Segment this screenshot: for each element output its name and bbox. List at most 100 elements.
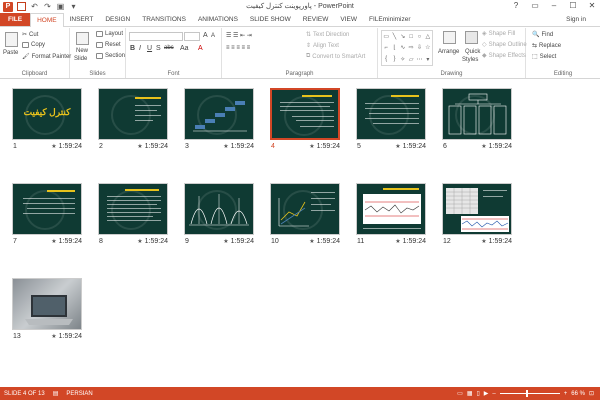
shape-fill-button[interactable]: ◈ Shape Fill [482,30,515,38]
text-direction-button[interactable]: ⇅ Text Direction [306,31,349,39]
slide-preview[interactable] [270,88,340,140]
paste-button[interactable]: Paste [3,50,18,56]
align-text-button[interactable]: ⇕ Align Text [306,42,339,50]
new-slide-icon[interactable] [76,32,89,45]
reading-view-icon[interactable]: ▯ [476,390,479,397]
star2-shape-icon[interactable]: ✧ [399,56,407,63]
normal-view-icon[interactable]: ▭ [457,390,463,397]
convert-smartart-button[interactable]: ⧉ Convert to SmartArt [306,53,365,60]
slide-thumbnail-6[interactable]: 6 ★ 1:59:24 [442,88,512,153]
align-icons[interactable]: ≡ ≡ ≡ ≡ ≡ [226,45,250,51]
callout-shape-icon[interactable]: ▱ [407,56,415,63]
shadow-button[interactable]: S [156,45,161,52]
slide-preview[interactable] [98,183,168,235]
undo-icon[interactable]: ↶ [30,2,39,11]
quick-styles-icon[interactable] [465,31,478,44]
maximize-button[interactable]: ☐ [567,0,579,12]
italic-button[interactable]: I [139,45,141,52]
tab-home[interactable]: HOME [30,13,64,28]
quick-styles-button-line2[interactable]: Styles [462,57,478,63]
customize-toolbar-icon[interactable]: ▾ [69,2,78,11]
slide-preview[interactable] [184,183,254,235]
copy-button[interactable]: Copy [22,42,45,48]
quick-styles-button[interactable]: Quick [465,49,480,55]
replace-button[interactable]: ⇆ Replace [532,42,561,50]
start-slideshow-icon[interactable]: ▣ [56,2,65,11]
line-shape-icon[interactable]: ╲ [390,33,398,40]
tab-view[interactable]: VIEW [334,13,363,26]
slide-preview[interactable] [98,88,168,140]
slide-thumbnail-8[interactable]: 8 ★ 1:59:24 [98,183,168,248]
strikethrough-button[interactable]: abc [164,45,174,51]
ribbon-display-button[interactable]: ▭ [529,0,541,12]
format-painter-button[interactable]: 🖌 Format Painter [22,53,71,61]
font-name-field[interactable] [129,32,183,41]
slide-preview[interactable] [442,183,512,235]
close-button[interactable]: ✕ [586,0,598,12]
tab-animations[interactable]: ANIMATIONS [192,13,244,26]
bold-button[interactable]: B [130,45,135,52]
font-size-field[interactable] [184,32,200,41]
slide-preview[interactable] [442,88,512,140]
slide-thumbnail-10[interactable]: 10 ★ 1:59:24 [270,183,340,248]
change-case-button[interactable]: Aa [180,45,189,52]
redo-icon[interactable]: ↷ [43,2,52,11]
textbox-shape-icon[interactable]: ▭ [382,33,390,40]
star-shape-icon[interactable]: ☆ [424,44,432,51]
zoom-in-button[interactable]: + [564,391,568,397]
zoom-level[interactable]: 66 % [571,391,585,397]
help-button[interactable]: ? [510,0,522,12]
find-button[interactable]: 🔍 Find [532,31,553,39]
slide-preview[interactable] [12,183,82,235]
gallery-more-icon[interactable]: ▾ [424,56,432,63]
slide-thumbnail-13[interactable]: 13 ★ 1:59:24 [12,278,82,343]
slide-preview[interactable]: کنترل کیفیت [12,88,82,140]
oval-shape-icon[interactable]: ○ [415,34,423,40]
slide-thumbnail-5[interactable]: 5 ★ 1:59:24 [356,88,426,153]
slide-thumbnail-9[interactable]: 9 ★ 1:59:24 [184,183,254,248]
reset-button[interactable]: Reset [96,42,121,48]
slide-thumbnail-2[interactable]: 2 ★ 1:59:24 [98,88,168,153]
tab-slide-show[interactable]: SLIDE SHOW [244,13,297,26]
tab-file[interactable]: FILE [0,13,31,26]
shapes-gallery[interactable]: ▭ ╲ ↘ □ ○ △ ⌐ ⌊ ∿ ⇨ ⇩ ☆ { } ✧ ▱ ⋯ ▾ [381,30,433,66]
right-arrow-shape-icon[interactable]: ⇨ [407,44,415,51]
slide-preview[interactable] [356,183,426,235]
underline-button[interactable]: U [147,45,152,52]
zoom-slider-thumb[interactable] [525,390,528,397]
grow-font-button[interactable]: A [203,32,208,39]
slide-preview[interactable] [184,88,254,140]
down-arrow-shape-icon[interactable]: ⇩ [415,44,423,51]
shape-outline-button[interactable]: ◇ Shape Outline [482,41,527,49]
tab-insert[interactable]: INSERT [64,13,100,26]
brace-shape-icon[interactable]: { [382,56,390,62]
minimize-button[interactable]: – [548,0,560,12]
tab-review[interactable]: REVIEW [297,13,335,26]
shrink-font-button[interactable]: A [211,33,215,39]
bracket-shape-icon[interactable]: ⌊ [390,44,398,51]
slide-thumbnail-12[interactable]: 12 ★ 1:59:24 [442,183,512,248]
tab-design[interactable]: DESIGN [99,13,136,26]
font-color-icon[interactable]: A [198,45,203,52]
layout-button[interactable]: Layout [96,31,123,37]
rect-shape-icon[interactable]: □ [407,34,415,40]
slide-preview[interactable] [12,278,82,330]
shape-effects-button[interactable]: ◆ Shape Effects [482,52,526,60]
proofing-icon[interactable]: ▤ [49,390,63,397]
save-icon[interactable] [17,2,26,11]
new-slide-button-line2[interactable]: Slide [74,56,87,62]
arrange-icon[interactable] [443,31,456,44]
cut-button[interactable]: ✂ Cut [22,31,38,39]
tab-fileminimizer[interactable]: FILEminimizer [363,13,417,26]
slide-preview[interactable] [356,88,426,140]
slide-thumbnail-7[interactable]: 7 ★ 1:59:24 [12,183,82,248]
bullets-icon[interactable]: ☰ ☰ ⇤ ⇥ [226,32,252,39]
select-button[interactable]: ⬚ Select [532,53,556,61]
line2-shape-icon[interactable]: ⌐ [382,45,390,51]
brace2-shape-icon[interactable]: } [390,56,398,62]
sign-in-link[interactable]: Sign in [566,13,586,27]
arrow-shape-icon[interactable]: ↘ [399,33,407,40]
section-button[interactable]: Section [96,53,125,59]
arrange-button[interactable]: Arrange [438,49,459,55]
zoom-slider[interactable] [499,390,560,397]
